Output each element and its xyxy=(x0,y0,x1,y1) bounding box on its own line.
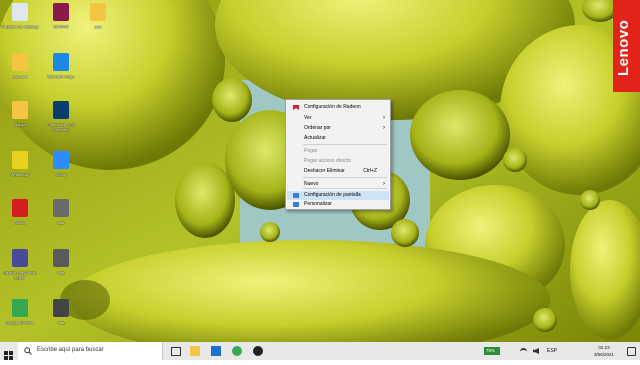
desktop-icon[interactable]: Photoshop CS6 Extended xyxy=(41,101,81,145)
menu-item[interactable]: Deshacer Eliminar Ctrl+Z xyxy=(287,167,389,176)
desktop-icon-label: Adobe xyxy=(14,220,26,225)
display-settings-icon xyxy=(293,193,299,198)
desktop-icon[interactable]: Bajaja xyxy=(0,101,40,145)
start-button[interactable] xyxy=(4,347,13,360)
chrome-icon xyxy=(12,299,28,317)
menu-item[interactable]: Ordenar por › xyxy=(287,124,389,133)
desktop-icon-label: aaa aaa xyxy=(12,74,28,79)
desktop-icon[interactable]: Zoom xyxy=(41,151,81,195)
desktop-icon-label: Zoom xyxy=(55,172,67,177)
pdf-icon xyxy=(12,199,28,217)
submenu-arrow-icon: › xyxy=(383,181,385,187)
menu-item[interactable]: Pegar xyxy=(287,147,389,156)
menu-item[interactable]: Pegar acceso directo xyxy=(287,157,389,166)
desktop-icon[interactable]: Papelera de reciclaje xyxy=(0,3,40,47)
menu-item-label: Actualizar xyxy=(304,135,326,141)
recycle-bin-icon xyxy=(12,3,28,21)
desktop-icon[interactable]: Adobe xyxy=(0,199,40,243)
menu-item-label: Configuración de Radeon xyxy=(304,104,361,110)
taskbar: Escribe aquí para buscar 76% ESP 02:23 3… xyxy=(0,342,640,360)
menu-item-label: Personalizar xyxy=(304,201,332,207)
winrar-icon xyxy=(53,3,69,21)
battery-percent: 76% xyxy=(486,348,496,353)
menu-item-label: Pegar acceso directo xyxy=(304,158,351,164)
desktop-icon[interactable]: aaa xyxy=(41,249,81,293)
wifi-icon[interactable] xyxy=(520,348,527,356)
taskbar-search-box[interactable]: Escribe aquí para buscar xyxy=(18,342,163,360)
windows-logo-icon xyxy=(4,351,13,360)
task-view-icon[interactable] xyxy=(171,347,181,356)
menu-item-label: Deshacer Eliminar xyxy=(304,168,345,174)
menu-item-shortcut: Ctrl+Z xyxy=(363,168,377,174)
menu-item[interactable]: Personalizar xyxy=(287,200,389,209)
image-icon xyxy=(53,249,69,267)
volume-icon[interactable] xyxy=(533,348,539,354)
menu-item[interactable]: Actualizar xyxy=(287,134,389,143)
search-icon xyxy=(24,347,32,355)
menu-item[interactable]: Configuración de pantalla xyxy=(287,191,389,200)
desktop-context-menu: Configuración de Radeon Ver › Ordenar por › A… xyxy=(285,99,391,210)
zoom-icon xyxy=(53,151,69,169)
file-explorer-icon[interactable] xyxy=(190,346,200,356)
menu-item-label: Ordenar por xyxy=(304,125,331,131)
chrome-taskbar-icon[interactable] xyxy=(232,346,242,356)
submenu-arrow-icon: › xyxy=(383,115,385,121)
desktop-icon-label: Photoshop CS6 Extended xyxy=(46,122,76,132)
desktop-icon-label: WhatsApp xyxy=(10,172,30,177)
lenovo-logo-text: Lenovo xyxy=(615,19,632,76)
menu-item-label: Nuevo xyxy=(304,181,319,187)
audio-editor-icon xyxy=(12,249,28,267)
desktop-icon-label: Bajaja xyxy=(14,122,26,127)
menu-item-label: Pegar xyxy=(304,148,318,154)
mail-icon[interactable] xyxy=(211,346,221,356)
submenu-arrow-icon: › xyxy=(383,125,385,131)
edge-icon xyxy=(53,53,69,71)
desktop-icon[interactable]: aaa xyxy=(41,299,81,343)
notification-icon[interactable] xyxy=(627,347,636,356)
search-placeholder: Escribe aquí para buscar xyxy=(37,347,104,353)
photoshop-icon xyxy=(53,101,69,119)
menu-separator xyxy=(303,144,387,145)
clock-date: 3/06/2021 xyxy=(593,352,615,357)
desktop-icon-label: Papelera de reciclaje xyxy=(1,24,39,29)
desktop-icon[interactable]: aaa xyxy=(78,3,118,47)
image-icon xyxy=(53,299,69,317)
desktop-icon-label: WinRAR xyxy=(53,24,69,29)
language-indicator[interactable]: ESP xyxy=(547,348,557,354)
personalize-icon xyxy=(293,202,299,207)
desktop-icon-label: Salami Easy Audio Editor xyxy=(3,270,37,280)
menu-item[interactable]: Nuevo › xyxy=(287,180,389,189)
clock[interactable]: 02:23 3/06/2021 xyxy=(587,344,619,358)
desktop-icon-label: aaa xyxy=(57,220,65,225)
image-icon xyxy=(53,199,69,217)
battery-indicator[interactable]: 76% xyxy=(484,347,500,355)
menu-item[interactable]: Ver › xyxy=(287,114,389,123)
desktop-icon-label: Microsoft Edge xyxy=(47,74,75,79)
radeon-icon xyxy=(293,105,299,110)
clock-time: 02:23 xyxy=(598,345,610,350)
desktop-icon-label: aaa xyxy=(57,320,65,325)
folder-icon xyxy=(90,3,106,21)
desktop-icon[interactable]: Google Chrome xyxy=(0,299,40,343)
menu-separator xyxy=(303,177,387,178)
menu-item-label: Ver xyxy=(304,115,312,121)
menu-item[interactable]: Configuración de Radeon xyxy=(287,103,389,112)
folder-icon xyxy=(12,53,28,71)
desktop-icon-label: aaa xyxy=(57,270,65,275)
file-icon xyxy=(12,101,28,119)
app-icon xyxy=(12,151,28,169)
desktop-icon[interactable]: WinRAR xyxy=(41,3,81,47)
lenovo-logo: Lenovo xyxy=(613,0,640,92)
desktop-icon[interactable]: aaa aaa xyxy=(0,53,40,97)
desktop-icon[interactable]: Microsoft Edge xyxy=(41,53,81,97)
desktop-icon[interactable]: WhatsApp xyxy=(0,151,40,195)
desktop-icon-label: Google Chrome xyxy=(5,320,35,325)
app-taskbar-icon[interactable] xyxy=(253,346,263,356)
desktop-icon[interactable]: aaa xyxy=(41,199,81,243)
desktop-icon[interactable]: Salami Easy Audio Editor xyxy=(0,249,40,293)
menu-item-label: Configuración de pantalla xyxy=(304,192,361,198)
desktop-icon-label: aaa xyxy=(94,24,102,29)
